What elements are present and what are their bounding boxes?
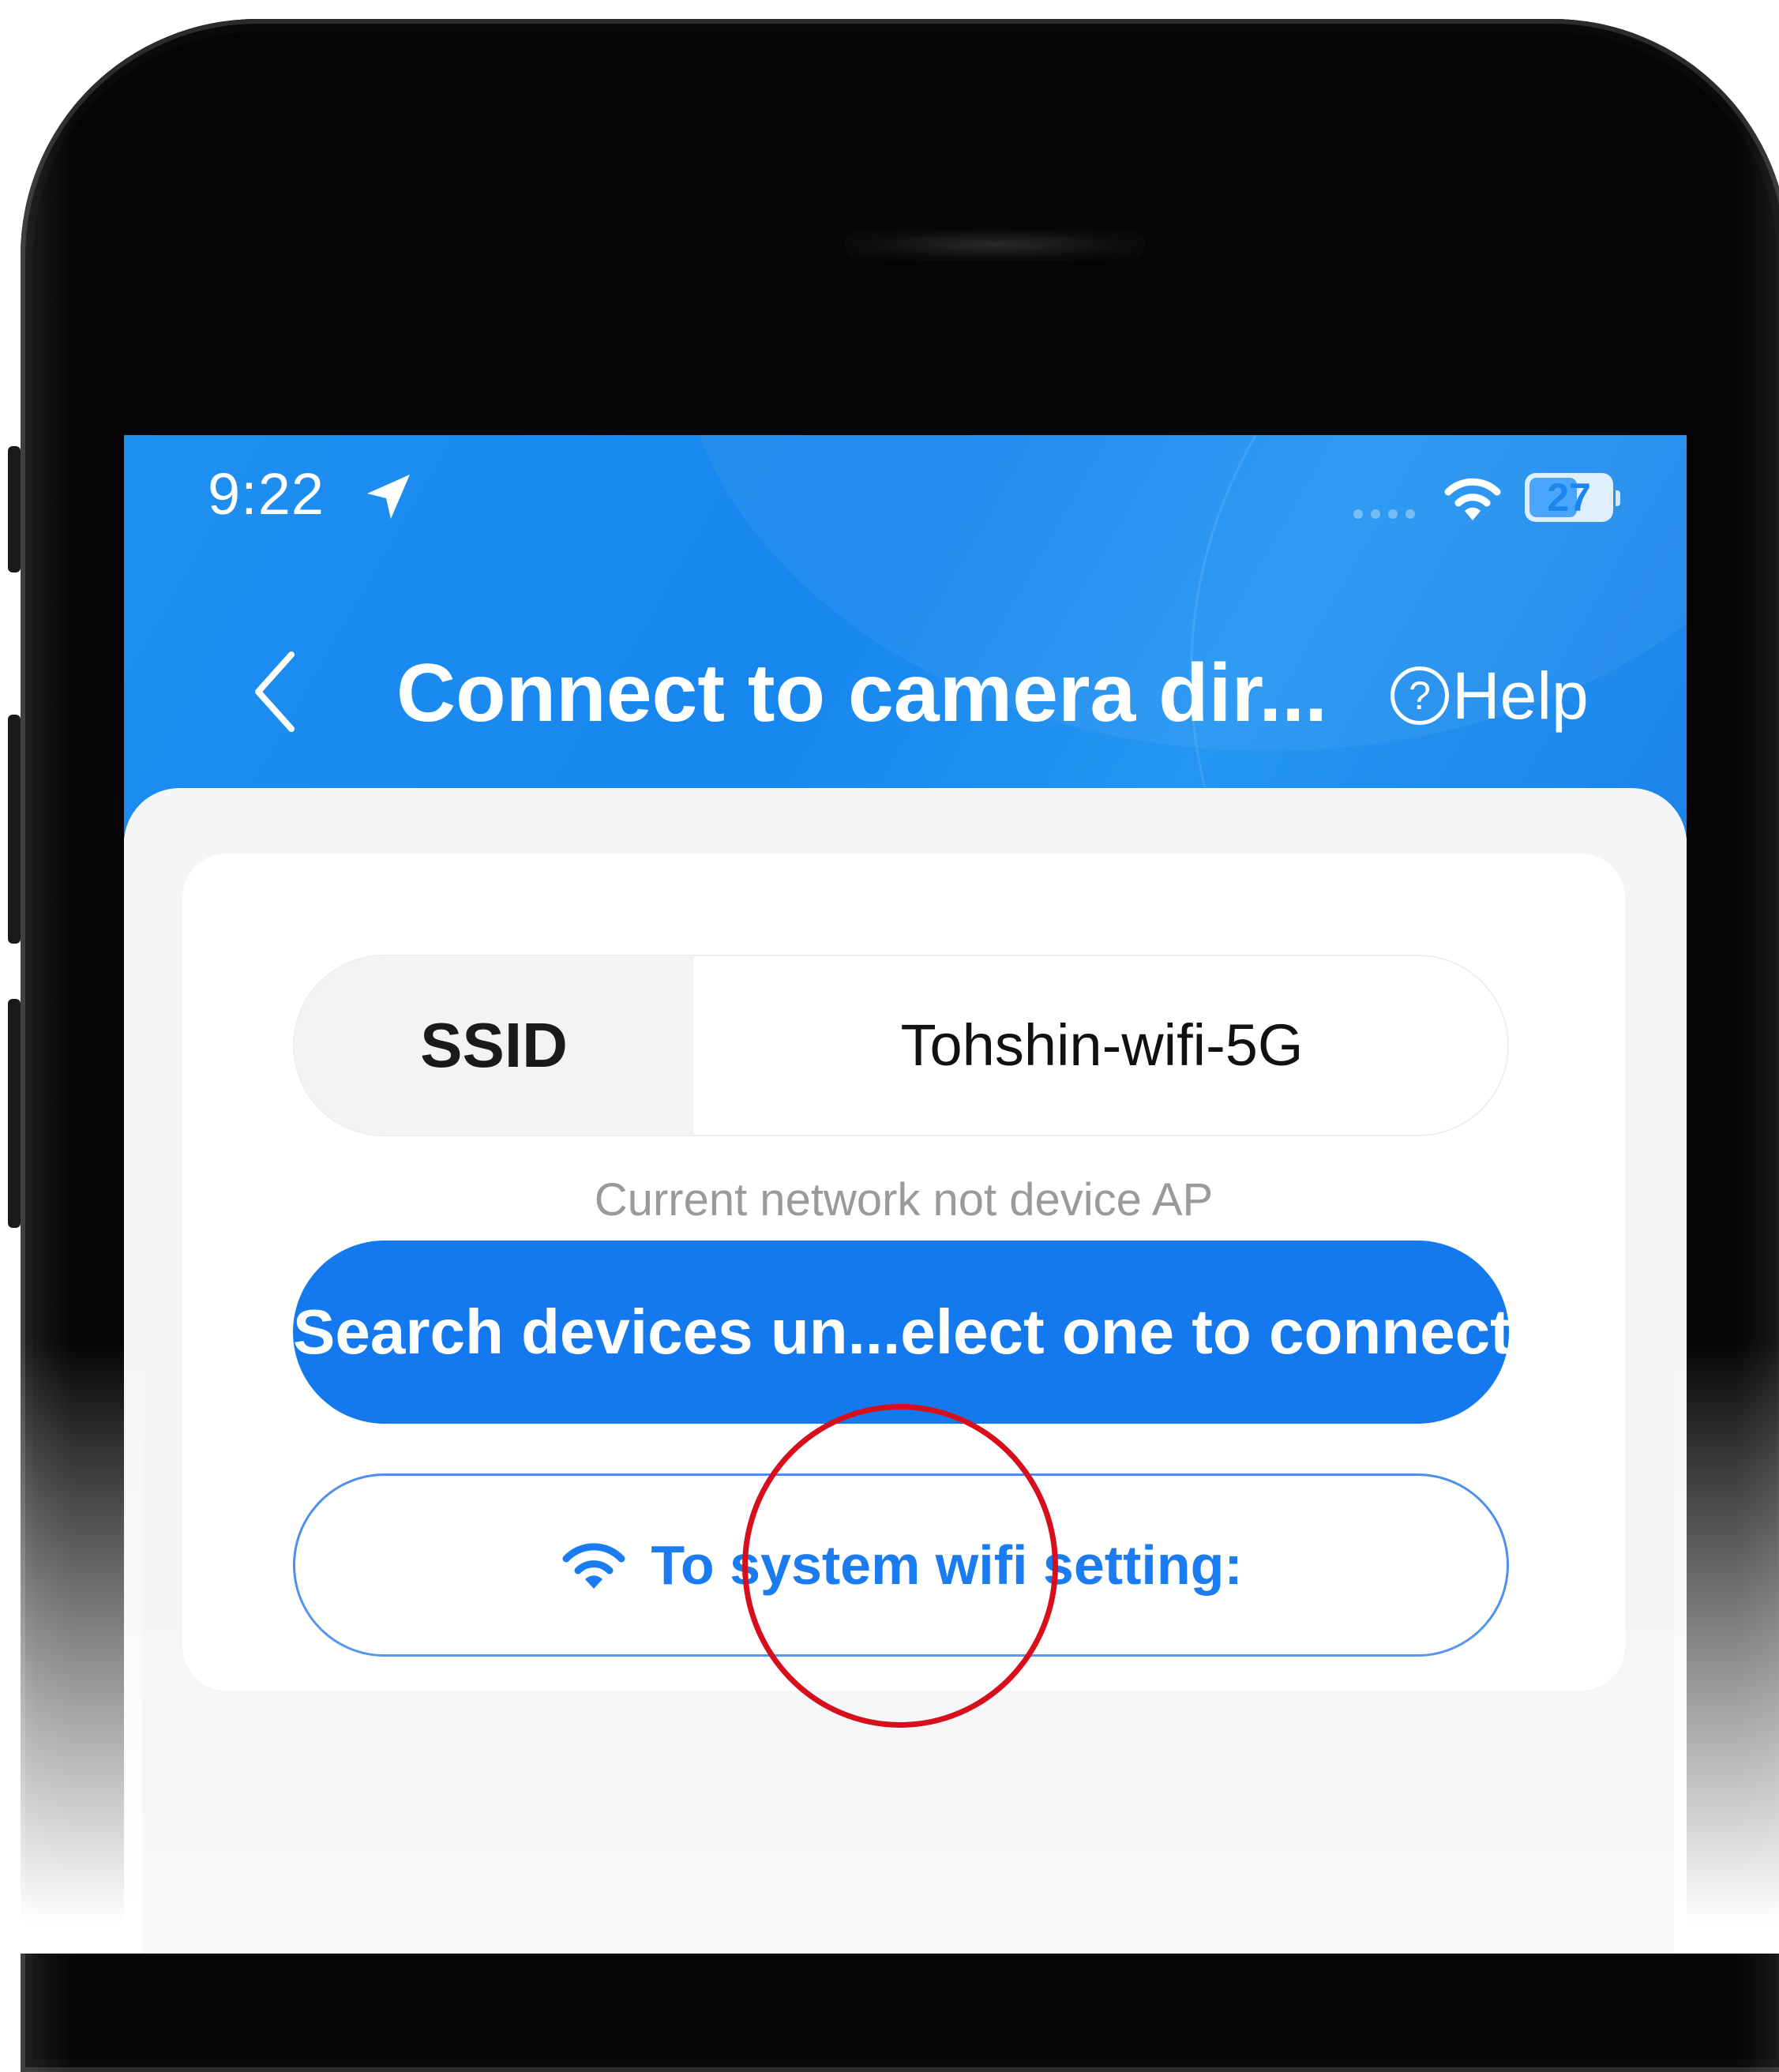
wifi-icon [1444,478,1501,520]
network-hint: Current network not device AP [594,1174,1214,1226]
cellular-dots-icon [1353,509,1415,519]
frame-fade-right [1674,1342,1779,1954]
battery-percent: 27 [1547,475,1591,520]
chevron-left-icon[interactable] [250,648,298,735]
ssid-row: SSID Tohshin-wifi-5G [293,955,1509,1136]
connection-card: SSID Tohshin-wifi-5G Current network not… [182,854,1625,1691]
phone-mute-switch [8,446,21,572]
help-button[interactable]: ? Help [1391,656,1589,735]
page-title: Connect to camera dir... [396,648,1327,739]
location-arrow-icon [367,475,410,519]
help-label: Help [1452,658,1589,733]
wifi-icon [562,1543,625,1589]
system-wifi-settings-button[interactable]: To system wifi setting: [293,1473,1509,1657]
help-icon: ? [1391,666,1449,725]
header: 9:22 27 Connect to camera dir... ? Help [124,435,1687,838]
phone-earpiece [845,229,1145,261]
ssid-value: Tohshin-wifi-5G [900,1012,1304,1078]
ssid-label: SSID [420,1010,568,1080]
app-screen: 9:22 27 Connect to camera dir... ? Help [124,435,1687,1954]
search-devices-button[interactable]: Search devices un...elect one to connect [293,1241,1509,1424]
phone-volume-down-button [8,999,21,1228]
status-time: 9:22 [208,461,325,527]
frame-fade-left [0,1342,142,1954]
battery-tip [1616,490,1620,506]
phone-volume-up-button [8,715,21,944]
system-wifi-settings-label: To system wifi setting: [651,1534,1243,1596]
battery-icon: 27 [1525,473,1613,522]
